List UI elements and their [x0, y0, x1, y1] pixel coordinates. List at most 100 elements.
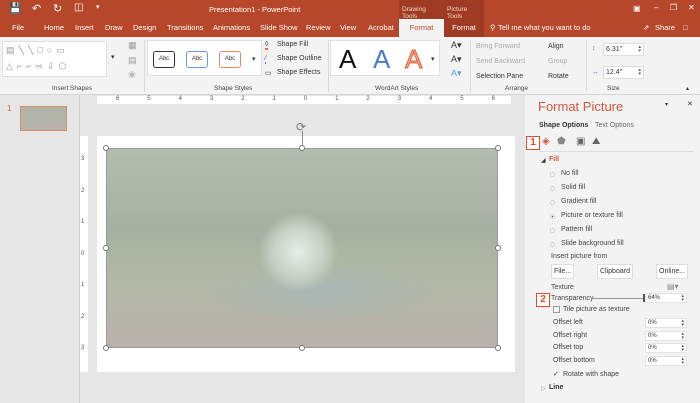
- tab-design[interactable]: Design: [133, 23, 156, 32]
- resize-handle[interactable]: [299, 345, 305, 351]
- tab-review[interactable]: Review: [306, 23, 331, 32]
- resize-handle[interactable]: [495, 145, 501, 151]
- align-button[interactable]: Align: [548, 43, 564, 50]
- tab-shape-options[interactable]: Shape Options: [539, 122, 588, 129]
- share-button[interactable]: Share: [655, 23, 675, 32]
- fill-radio[interactable]: [550, 242, 555, 247]
- text-box-icon[interactable]: ▤: [128, 55, 137, 66]
- offset-input[interactable]: 0% ▴ ▾: [645, 355, 687, 366]
- texture-dropdown[interactable]: ▤▾: [667, 282, 679, 291]
- tab-draw[interactable]: Draw: [105, 23, 123, 32]
- resize-handle[interactable]: [299, 145, 305, 151]
- tab-acrobat[interactable]: Acrobat: [368, 23, 394, 32]
- fill-line-icon[interactable]: ◈: [542, 136, 550, 147]
- share-icon[interactable]: ⇗: [643, 23, 649, 32]
- transparency-input[interactable]: 64% ▴ ▾: [645, 293, 687, 303]
- width-input[interactable]: 12.4" ▴ ▾: [603, 66, 644, 79]
- tab-home[interactable]: Home: [44, 23, 64, 32]
- fill-option-label[interactable]: Pattern fill: [561, 226, 592, 233]
- close-icon[interactable]: ✕: [688, 3, 695, 12]
- resize-handle[interactable]: [103, 245, 109, 251]
- tab-file[interactable]: File: [12, 23, 24, 32]
- tab-picture-format[interactable]: Format: [444, 19, 484, 37]
- size-properties-icon[interactable]: ▣: [576, 136, 585, 147]
- resize-handle[interactable]: [103, 345, 109, 351]
- shapes-gallery[interactable]: ▤╲╲□○▭ △⌐⌐⇨⇩⬠: [2, 41, 107, 77]
- resize-handle[interactable]: [495, 245, 501, 251]
- spinner[interactable]: ▴ ▾: [681, 294, 684, 303]
- group-button[interactable]: Group: [548, 58, 567, 65]
- style-preset-3[interactable]: Abc: [219, 51, 241, 68]
- fill-option-label[interactable]: Slide background fill: [561, 240, 624, 247]
- tile-checkbox[interactable]: [553, 306, 560, 313]
- tab-animations[interactable]: Animations: [213, 23, 250, 32]
- resize-handle[interactable]: [103, 145, 109, 151]
- offset-input[interactable]: 0% ▴ ▾: [645, 318, 687, 328]
- height-spinner[interactable]: ▴ ▾: [638, 45, 641, 54]
- spinner[interactable]: ▴ ▾: [681, 344, 684, 353]
- fill-option-label[interactable]: No fill: [561, 170, 579, 177]
- redo-icon[interactable]: ↻: [53, 2, 62, 15]
- online-button[interactable]: Online...: [656, 264, 689, 279]
- fill-radio[interactable]: [550, 228, 555, 233]
- tab-transitions[interactable]: Transitions: [167, 23, 203, 32]
- tab-slide-show[interactable]: Slide Show: [260, 23, 298, 32]
- pane-options-icon[interactable]: ▾: [665, 101, 668, 108]
- undo-icon[interactable]: ↶: [32, 2, 41, 15]
- text-fill-icon[interactable]: A▾: [451, 40, 462, 51]
- shapes-more-icon[interactable]: ▾: [111, 53, 115, 61]
- rotate-button[interactable]: Rotate: [548, 73, 569, 80]
- spinner[interactable]: ▴ ▾: [681, 356, 684, 365]
- wordart-style-3[interactable]: A: [404, 44, 422, 75]
- save-icon[interactable]: 💾: [9, 3, 21, 14]
- collapse-ribbon-icon[interactable]: ▴: [686, 85, 689, 92]
- shape-styles-gallery[interactable]: Abc Abc Abc ▾: [147, 40, 262, 76]
- transparency-slider[interactable]: [593, 298, 645, 299]
- tab-drawing-format[interactable]: Format: [399, 19, 444, 37]
- tab-view[interactable]: View: [340, 23, 356, 32]
- fill-option-label[interactable]: Picture or texture fill: [561, 212, 623, 219]
- customize-qat-icon[interactable]: ▾: [96, 3, 100, 11]
- text-effects-icon[interactable]: A▾: [451, 68, 462, 79]
- wordart-style-2[interactable]: A: [373, 44, 390, 75]
- effects-icon[interactable]: ⬟: [557, 136, 566, 147]
- fill-option-label[interactable]: Gradient fill: [561, 198, 596, 205]
- send-backward-button[interactable]: Send Backward: [476, 58, 525, 65]
- wordart-more-icon[interactable]: ▾: [431, 55, 435, 63]
- shape-effects-button[interactable]: Shape Effects: [277, 69, 320, 76]
- resize-handle[interactable]: [495, 345, 501, 351]
- pane-close-icon[interactable]: ✕: [687, 100, 693, 108]
- fill-section-header[interactable]: Fill: [549, 156, 559, 163]
- minimize-icon[interactable]: –: [654, 3, 658, 12]
- restore-icon[interactable]: ❐: [670, 3, 677, 12]
- style-preset-2[interactable]: Abc: [186, 51, 208, 68]
- wordart-gallery[interactable]: A A A ▾: [330, 40, 440, 76]
- offset-input[interactable]: 0% ▴ ▾: [645, 343, 687, 353]
- styles-more-icon[interactable]: ▾: [252, 55, 256, 63]
- tell-me-search[interactable]: Tell me what you want to do: [498, 23, 591, 32]
- fill-option-label[interactable]: Solid fill: [561, 184, 585, 191]
- tab-insert[interactable]: Insert: [75, 23, 94, 32]
- selected-picture[interactable]: [106, 148, 498, 348]
- shape-outline-button[interactable]: Shape Outline: [277, 55, 321, 62]
- wordart-style-1[interactable]: A: [339, 44, 356, 75]
- fill-radio[interactable]: [550, 186, 555, 191]
- spinner[interactable]: ▴ ▾: [681, 319, 684, 328]
- fill-radio[interactable]: [550, 214, 555, 219]
- height-input[interactable]: 6.31" ▴ ▾: [603, 43, 644, 56]
- offset-input[interactable]: 0% ▴ ▾: [645, 330, 687, 341]
- rotate-with-shape-checkbox[interactable]: ✓: [553, 370, 559, 378]
- slide-thumbnail[interactable]: [20, 106, 67, 131]
- fill-radio[interactable]: [550, 172, 555, 177]
- file-button[interactable]: File...: [551, 264, 575, 279]
- start-slideshow-icon[interactable]: ◫: [74, 2, 83, 13]
- shape-fill-button[interactable]: Shape Fill: [277, 41, 308, 48]
- tab-text-options[interactable]: Text Options: [595, 122, 634, 129]
- selection-pane-button[interactable]: Selection Pane: [476, 73, 523, 80]
- fill-radio[interactable]: [550, 200, 555, 205]
- rotate-handle-icon[interactable]: ⟳: [296, 120, 306, 134]
- edit-shape-icon[interactable]: ▦: [128, 40, 137, 51]
- line-expand-icon[interactable]: ▷: [541, 385, 546, 392]
- bring-forward-button[interactable]: Bring Forward: [476, 43, 520, 50]
- comments-icon[interactable]: □: [683, 23, 688, 32]
